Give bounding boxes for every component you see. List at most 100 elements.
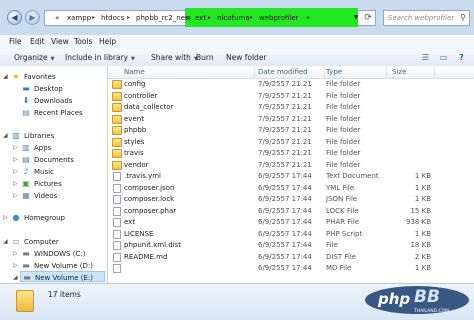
collapse-icon[interactable]: ◢ [3,71,8,82]
chevron-right-icon[interactable]: ▸ [250,11,253,25]
file-icon [113,241,121,250]
search-input[interactable]: Search webprofiler ⚲ [383,10,470,26]
file-row[interactable]: phpunit.xml.dist 6/9/2557 17:44 File 18 KB [108,240,474,251]
nav-favorites[interactable]: ★ Favorites [11,71,55,82]
file-type: PHP Script [326,229,363,238]
nav-downloads[interactable]: ⬇ Downloads [21,95,73,106]
breadcrumb-nicofuma[interactable]: nicofuma [217,11,250,25]
recent-places-icon: ▤ [22,108,30,117]
file-row[interactable]: config 7/9/2557 21:21 File folder [108,79,474,90]
search-icon[interactable]: ⚲ [460,11,466,25]
file-row[interactable]: composer.phar 6/9/2557 17:44 LOCK File 15 K… [108,206,474,217]
preview-pane-icon[interactable]: ▭ [438,52,449,63]
burn-button[interactable]: Burn [196,49,214,66]
file-row[interactable]: composer.json 6/9/2557 17:44 YML File 1 KB [108,183,474,194]
column-header-date[interactable]: Date modified [258,66,325,78]
breadcrumb-xampp[interactable]: xampp [67,11,91,25]
nav-libraries[interactable]: ▥ Libraries [11,130,54,141]
folder-icon [112,149,122,158]
new-folder-button[interactable]: New folder [226,49,267,66]
pictures-icon: ▣ [22,179,30,188]
file-row[interactable]: .travis.yml 6/9/2557 17:44 Text Document 1 … [108,171,474,182]
breadcrumb-webprofiler[interactable]: webprofiler [259,11,298,25]
chevron-right-icon[interactable]: ▸ [92,11,95,25]
menu-help[interactable]: Help [99,35,116,49]
collapse-icon[interactable]: ◢ [3,236,8,247]
file-row[interactable]: event 7/9/2557 21:21 File folder [108,114,474,125]
folder-icon [112,80,122,89]
menu-view[interactable]: View [51,35,69,49]
nav-drive-e[interactable]: ▬ New Volume (E:) [20,271,105,282]
nav-computer[interactable]: ▭ Computer [11,236,59,247]
nav-drive-e-label: New Volume (E:) [35,274,93,282]
column-header-name[interactable]: Name [124,66,255,78]
file-row[interactable]: README.md 6/9/2557 17:44 DIST File 2 KB [108,252,474,263]
nav-pictures-label: Pictures [34,180,62,188]
nav-libraries-label: Libraries [24,132,55,140]
expand-icon[interactable]: ▷ [13,154,18,165]
file-row[interactable]: travis 7/9/2557 21:21 File folder [108,148,474,159]
nav-pictures[interactable]: ▣ Pictures [21,178,62,189]
breadcrumb-ext[interactable]: ext [195,11,206,25]
address-dropdown-icon[interactable]: ▼ [351,10,361,26]
nav-videos[interactable]: ▦ Videos [21,190,57,201]
expand-icon[interactable]: ▷ [13,248,18,259]
file-row[interactable]: styles 7/9/2557 21:21 File folder [108,137,474,148]
menu-edit[interactable]: Edit [30,35,45,49]
nav-homegroup[interactable]: ● Homegroup [11,212,66,223]
file-size: 1 KB [414,183,431,192]
expand-icon[interactable]: ▷ [13,190,18,201]
collapse-icon[interactable]: ◢ [13,272,18,283]
menu-tools[interactable]: Tools [74,35,92,49]
file-row[interactable]: ext 6/9/2557 17:44 PHAR File 938 KB [108,217,474,228]
forward-button[interactable]: ▶ [25,10,40,25]
menu-file[interactable]: File [9,35,22,49]
nav-desktop[interactable]: ▬ Desktop [21,83,63,94]
file-row[interactable]: LICENSE 6/9/2557 17:44 PHP Script 1 KB [108,229,474,240]
nav-documents[interactable]: ▤ Documents [21,154,74,165]
nav-desktop-label: Desktop [34,85,63,93]
file-type: Text Document [326,172,379,180]
chevron-right-icon[interactable]: ▸ [307,11,310,25]
expand-icon[interactable]: ▷ [13,178,18,189]
nav-music[interactable]: ♪ Music [21,166,53,177]
breadcrumb-phpbb[interactable]: phpbb_rc2_new [136,11,191,25]
breadcrumb-htdocs[interactable]: htdocs [101,11,124,25]
share-label: Share with [151,53,191,62]
back-button[interactable]: ◀ [7,10,22,25]
file-name: config [124,80,146,88]
file-row[interactable]: controller 7/9/2557 21:21 File folder [108,91,474,102]
chevron-right-icon[interactable]: ▸ [186,11,189,25]
chevron-right-icon[interactable]: ▸ [208,11,211,25]
column-header-size[interactable]: Size [392,66,435,78]
nav-drive-c[interactable]: ▬ WINDOWS (C:) [21,248,85,259]
collapse-icon[interactable]: ◢ [3,130,8,141]
nav-apps[interactable]: ▥ Apps [21,142,51,153]
chevron-right-icon[interactable]: ▸ [127,11,130,25]
view-options-icon[interactable]: ☰ [420,52,431,63]
navigation-pane: ◢ ★ Favorites ▬ Desktop ⬇ Downloads ▤ Recent… [0,66,108,283]
breadcrumb-overflow[interactable]: « [55,11,59,25]
file-type: MD File [326,264,352,272]
expand-icon[interactable]: ▷ [3,212,8,223]
address-bar[interactable]: « xampp ▸ htdocs ▸ phpbb_rc2_new ▸ ext ▸… [44,8,376,27]
file-size: 18 KB [410,241,431,249]
file-row[interactable]: composer.lock 6/9/2557 17:44 JSON File 1 KB [108,194,474,205]
nav-drive-d[interactable]: ▬ New Volume (D:) [21,260,93,271]
help-icon[interactable]: ? [456,52,467,63]
file-row[interactable]: phpbb 7/9/2557 21:21 File folder [108,125,474,136]
nav-recent-places[interactable]: ▤ Recent Places [21,107,82,118]
column-header-type[interactable]: Type [326,66,387,78]
organize-label: Organize [14,53,48,62]
file-icon [113,218,121,227]
refresh-icon[interactable]: ⟳ [361,10,375,26]
expand-icon[interactable]: ▷ [13,260,18,271]
file-name: styles [124,137,145,146]
file-row[interactable]: vendor 7/9/2557 21:21 File folder [108,160,474,171]
file-size: 1 KB [414,229,431,238]
item-count: 17 items [48,290,81,299]
file-row[interactable]: 6/9/2557 17:44 MD File 1 KB [108,263,474,274]
expand-icon[interactable]: ▷ [13,166,18,177]
file-row[interactable]: data_collector 7/9/2557 21:21 File folder [108,102,474,113]
expand-icon[interactable]: ▷ [13,142,18,153]
